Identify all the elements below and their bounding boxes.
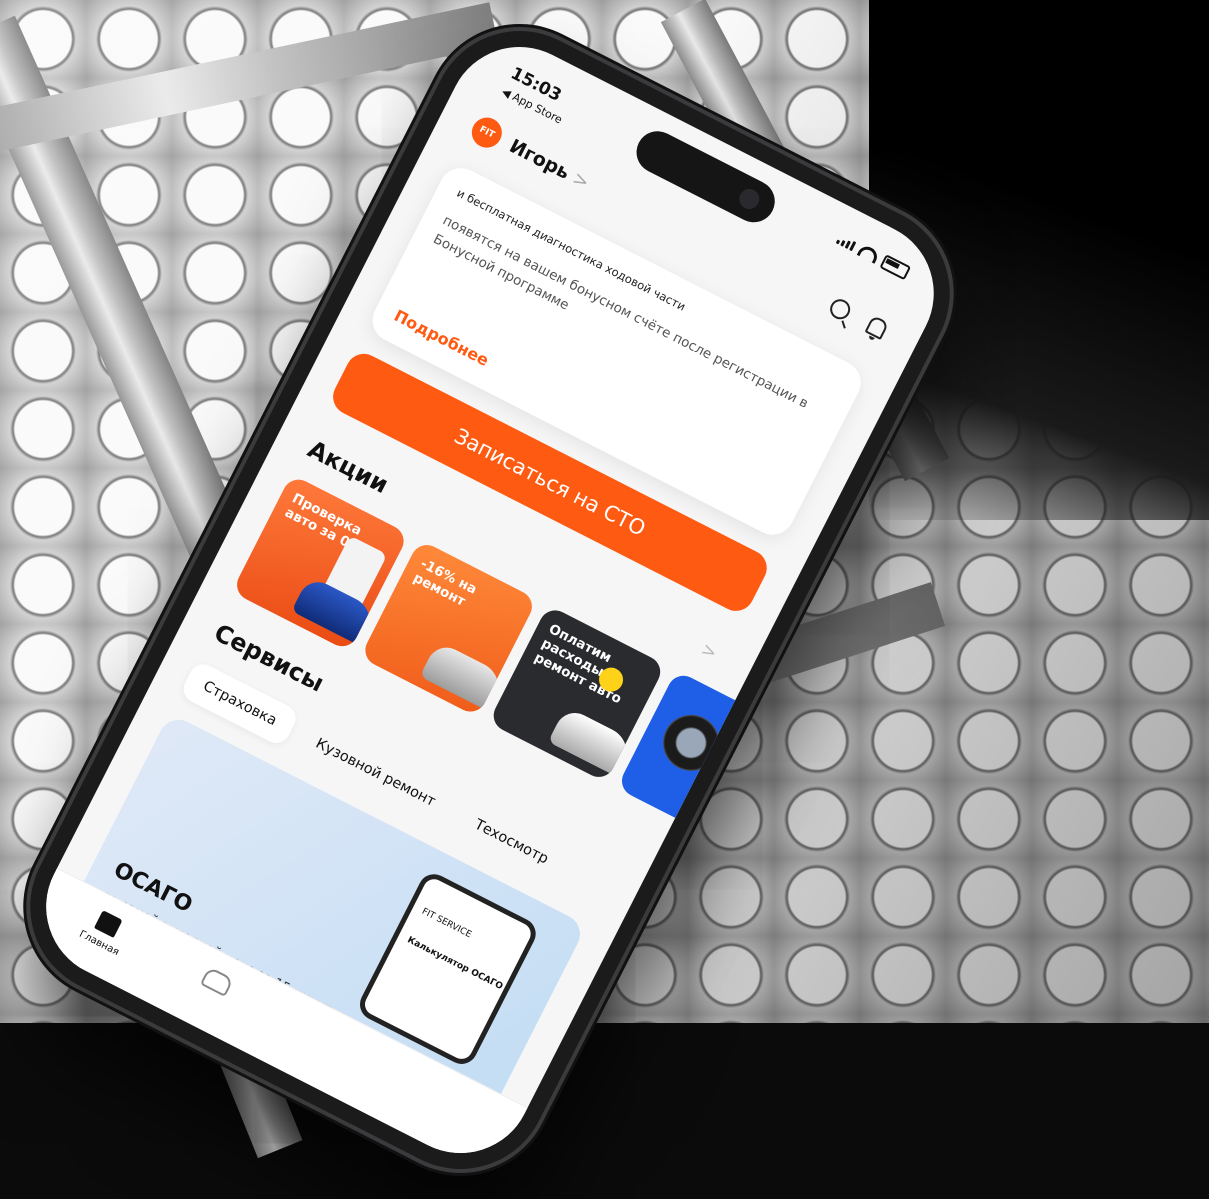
bell-icon[interactable] xyxy=(864,314,890,340)
search-icon[interactable] xyxy=(826,295,854,323)
fit-logo: FIT xyxy=(466,112,508,153)
status-indicators xyxy=(835,231,912,281)
home-icon[interactable] xyxy=(93,910,123,938)
mock-title: Калькулятор ОСАГО xyxy=(405,935,505,993)
bonus-more-link[interactable]: Подробнее xyxy=(391,306,492,370)
bonus-line2: появятся на вашем бонусном счёте после р… xyxy=(430,212,811,412)
user-profile-link[interactable]: Игорь> xyxy=(506,135,593,194)
battery-icon xyxy=(879,254,912,281)
wheel-image xyxy=(653,705,729,781)
promo-label: Оплатим расходы за ремонт авто xyxy=(531,621,626,708)
promos-chevron-icon[interactable]: > xyxy=(697,639,720,665)
top-icons xyxy=(826,295,890,341)
signal-icon xyxy=(835,234,857,251)
wifi-icon xyxy=(856,243,881,264)
car-icon[interactable] xyxy=(199,966,234,997)
car-image xyxy=(419,640,508,712)
car-image xyxy=(547,706,636,778)
promo-label: -16% на ремонт xyxy=(410,555,480,610)
chevron-right-icon: > xyxy=(568,167,593,194)
user-name: Игорь xyxy=(505,135,574,184)
mock-brand: FIT SERVICE xyxy=(420,906,473,941)
